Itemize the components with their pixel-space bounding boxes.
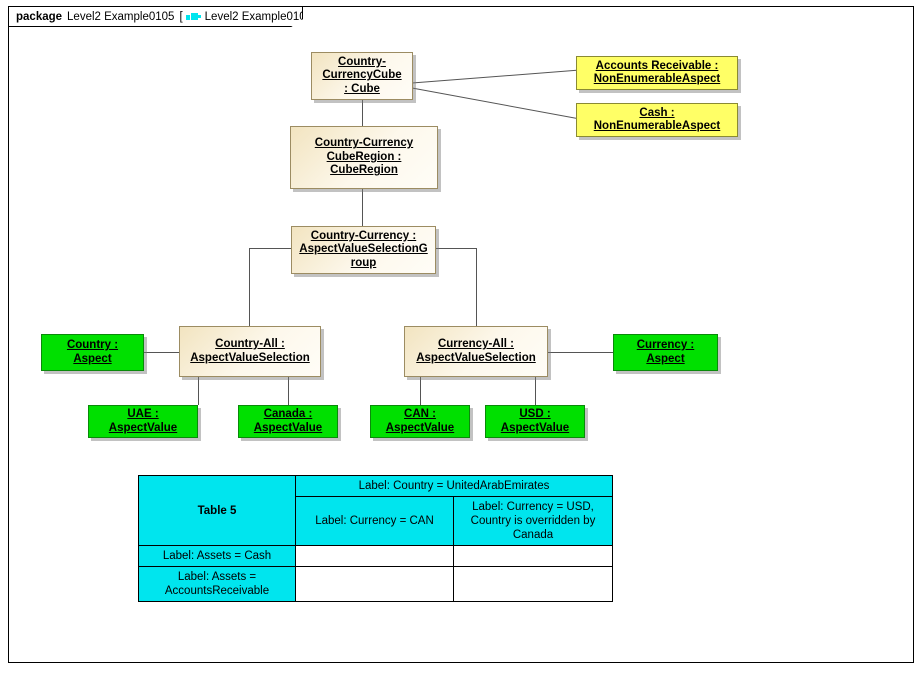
node-uae-aspectvalue[interactable]: UAE : AspectValue	[88, 405, 198, 438]
node-label: Accounts Receivable : NonEnumerableAspec…	[593, 59, 721, 86]
node-label: Country-All : AspectValueSelection	[190, 338, 310, 364]
node-currency-aspect[interactable]: Currency : Aspect	[613, 334, 718, 371]
connector-currencyall-currencyaspect	[547, 352, 613, 353]
connector-countryall-canada	[288, 377, 289, 405]
node-label: Country-Currency CubeRegion : CubeRegion	[314, 137, 414, 177]
diagram-icon	[185, 12, 201, 21]
node-accounts-receivable[interactable]: Accounts Receivable : NonEnumerableAspec…	[576, 56, 738, 90]
node-label: Country : Aspect	[66, 339, 119, 365]
table-cell	[295, 566, 454, 602]
node-country-currency-cube[interactable]: Country- CurrencyCube : Cube	[311, 52, 413, 100]
table-title-cell: Table 5	[138, 475, 296, 546]
node-can-aspectvalue[interactable]: CAN : AspectValue	[370, 405, 470, 438]
node-currency-all-avs[interactable]: Currency-All : AspectValueSelection	[404, 326, 548, 377]
table-col-header-span: Label: Country = UnitedArabEmirates	[295, 475, 613, 497]
node-cash[interactable]: Cash : NonEnumerableAspect	[576, 103, 738, 137]
connector-avsg-currencyall-horizontal	[435, 248, 477, 249]
node-country-currency-cuberegion[interactable]: Country-Currency CubeRegion : CubeRegion	[290, 126, 438, 189]
table-cell	[295, 545, 454, 567]
node-label: UAE : AspectValue	[108, 408, 178, 434]
package-keyword: package	[16, 10, 63, 23]
table-row: Table 5 Label: Country = UnitedArabEmira…	[138, 475, 613, 546]
connector-countryall-uae	[198, 377, 199, 405]
table-row-header-1: Label: Assets = Cash	[138, 545, 296, 567]
node-label: USD : AspectValue	[500, 408, 570, 434]
package-header-tab[interactable]: package Level2 Example0105 [ Level2 Exam…	[8, 6, 303, 27]
table-col-header-2: Label: Currency = CAN	[295, 496, 454, 546]
table-col-header-3: Label: Currency = USD, Country is overri…	[453, 496, 613, 546]
node-label: Country-Currency : AspectValueSelectionG…	[299, 229, 428, 269]
package-tab-name: Level2 Example0105	[204, 10, 313, 23]
connector-avsg-countryall-vertical	[249, 248, 250, 327]
connector-currencyall-can	[420, 377, 421, 405]
table-cell	[453, 566, 613, 602]
diagram-canvas: package Level2 Example0105 [ Level2 Exam…	[0, 0, 922, 677]
connector-cuberegion-avsg	[362, 189, 363, 226]
package-name: Level2 Example0105	[67, 10, 175, 23]
node-country-all-avs[interactable]: Country-All : AspectValueSelection	[179, 326, 321, 377]
table-row-header-2: Label: Assets = AccountsReceivable	[138, 566, 296, 602]
connector-avsg-countryall-horizontal	[249, 248, 293, 249]
table-row: Label: Assets = Cash	[138, 545, 613, 567]
node-label: Currency : Aspect	[636, 339, 695, 365]
table-cell	[453, 545, 613, 567]
node-label: Cash : NonEnumerableAspect	[593, 106, 721, 133]
connector-cube-cash	[411, 87, 581, 120]
node-canada-aspectvalue[interactable]: Canada : AspectValue	[238, 405, 338, 438]
node-country-aspect[interactable]: Country : Aspect	[41, 334, 144, 371]
node-country-currency-avsg[interactable]: Country-Currency : AspectValueSelectionG…	[291, 226, 436, 274]
table-row: Label: Assets = AccountsReceivable	[138, 566, 613, 602]
node-label: Canada : AspectValue	[253, 408, 323, 434]
connector-avsg-currencyall-vertical	[476, 248, 477, 327]
connector-countryaspect-countryall	[144, 352, 180, 353]
node-usd-aspectvalue[interactable]: USD : AspectValue	[485, 405, 585, 438]
node-label: Currency-All : AspectValueSelection	[416, 338, 536, 364]
node-label: Country- CurrencyCube : Cube	[322, 55, 402, 95]
table-5: Table 5 Label: Country = UnitedArabEmira…	[138, 475, 613, 602]
node-label: CAN : AspectValue	[385, 408, 455, 434]
connector-cube-cuberegion	[362, 99, 363, 127]
connector-currencyall-usd	[535, 377, 536, 405]
bracket-open: [	[179, 10, 183, 23]
